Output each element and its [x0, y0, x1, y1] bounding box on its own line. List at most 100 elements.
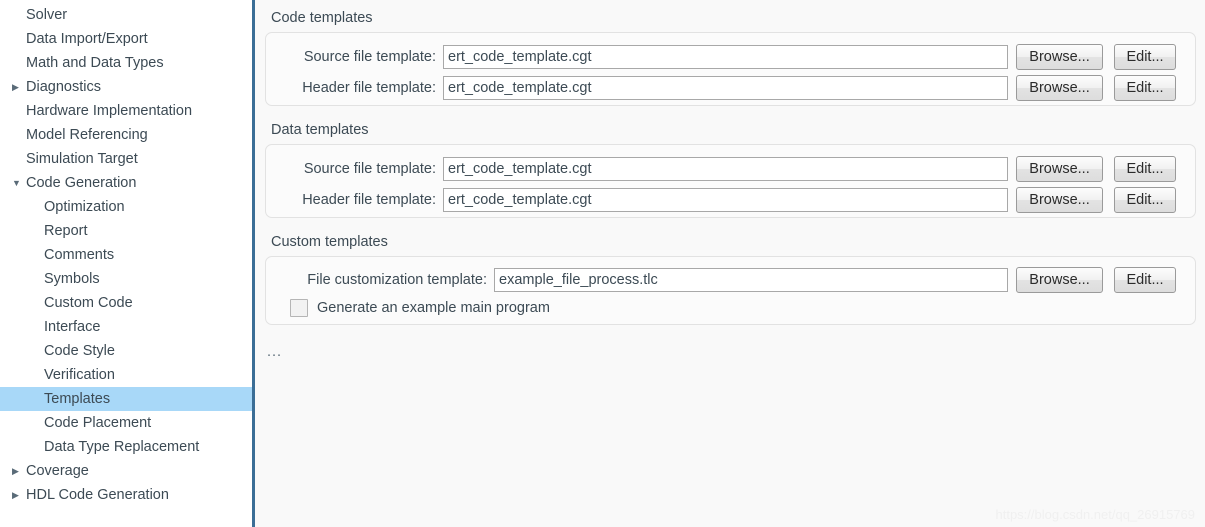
edit-button-data-header[interactable]: Edit... — [1114, 186, 1176, 213]
sidebar-item-label: Symbols — [44, 271, 100, 287]
sidebar-item-code-style[interactable]: Code Style — [0, 339, 252, 363]
label-code-source-template: Source file template: — [303, 48, 436, 65]
group-code-templates: Code templates Source file template: Bro… — [265, 10, 1199, 106]
input-code-header-template[interactable] — [443, 75, 1008, 100]
watermark-text: https://blog.csdn.net/qq_26915769 — [995, 507, 1196, 522]
sidebar-item-label: Data Import/Export — [26, 31, 148, 47]
chevron-right-icon[interactable]: ▶ — [12, 75, 24, 99]
group-data-templates: Data templates Source file template: Bro… — [265, 122, 1199, 218]
panel-custom-templates: File customization template: Browse... E… — [265, 256, 1196, 325]
preferences-window: Solver Data Import/Export Math and Data Ty… — [0, 0, 1205, 527]
sidebar-item-label: Templates — [44, 391, 111, 407]
browse-button-code-header[interactable]: Browse... — [1016, 74, 1103, 101]
edit-button-code-header[interactable]: Edit... — [1114, 74, 1176, 101]
sidebar-item-data-type-replacement[interactable]: Data Type Replacement — [0, 435, 252, 459]
sidebar-item-label: Data Type Replacement — [44, 439, 200, 455]
sidebar-item-label: Interface — [44, 319, 101, 335]
row-data-source-template: Source file template: Browse... Edit... — [266, 153, 1197, 184]
edit-button-file-customization[interactable]: Edit... — [1114, 266, 1176, 293]
checkbox-label-generate-main-program: Generate an example main program — [317, 300, 550, 316]
sidebar-item-label: Report — [44, 223, 88, 239]
sidebar-item-symbols[interactable]: Symbols — [0, 267, 252, 291]
row-file-customization-template: File customization template: Browse... E… — [266, 264, 1197, 295]
sidebar-item-label: Code Generation — [26, 175, 137, 191]
group-title-data-templates: Data templates — [271, 122, 369, 138]
browse-button-code-source[interactable]: Browse... — [1016, 43, 1103, 70]
browse-button-file-customization[interactable]: Browse... — [1016, 266, 1103, 293]
group-title-code-templates: Code templates — [271, 10, 373, 26]
settings-tree-sidebar[interactable]: Solver Data Import/Export Math and Data Ty… — [0, 0, 255, 527]
sidebar-item-solver[interactable]: Solver — [0, 3, 252, 27]
sidebar-item-label: Code Placement — [44, 415, 152, 431]
label-data-source-template: Source file template: — [303, 160, 436, 177]
sidebar-item-simulation-target[interactable]: Simulation Target — [0, 147, 252, 171]
sidebar-item-comments[interactable]: Comments — [0, 243, 252, 267]
sidebar-item-math-and-data-types[interactable]: Math and Data Types — [0, 51, 252, 75]
chevron-down-icon[interactable]: ▼ — [12, 171, 24, 195]
chevron-right-icon[interactable]: ▶ — [12, 459, 24, 483]
sidebar-item-data-import-export[interactable]: Data Import/Export — [0, 27, 252, 51]
edit-button-code-source[interactable]: Edit... — [1114, 43, 1176, 70]
sidebar-item-label: Code Style — [44, 343, 115, 359]
sidebar-item-model-referencing[interactable]: Model Referencing — [0, 123, 252, 147]
sidebar-item-custom-code[interactable]: Custom Code — [0, 291, 252, 315]
sidebar-item-diagnostics[interactable]: ▶ Diagnostics — [0, 75, 252, 99]
browse-button-data-header[interactable]: Browse... — [1016, 186, 1103, 213]
sidebar-item-label: Optimization — [44, 199, 125, 215]
row-code-source-template: Source file template: Browse... Edit... — [266, 41, 1197, 72]
input-file-customization-template[interactable] — [494, 267, 1008, 292]
label-code-header-template: Header file template: — [302, 79, 436, 96]
sidebar-item-label: Simulation Target — [26, 151, 138, 167]
sidebar-item-label: Solver — [26, 7, 68, 23]
templates-settings-pane: Code templates Source file template: Bro… — [255, 0, 1205, 527]
panel-data-templates: Source file template: Browse... Edit... … — [265, 144, 1196, 218]
sidebar-item-label: HDL Code Generation — [26, 487, 169, 503]
sidebar-item-label: Model Referencing — [26, 127, 148, 143]
label-file-customization-template: File customization template: — [307, 271, 487, 288]
input-data-header-template[interactable] — [443, 187, 1008, 212]
sidebar-item-verification[interactable]: Verification — [0, 363, 252, 387]
sidebar-item-hdl-code-generation[interactable]: ▶ HDL Code Generation — [0, 483, 252, 507]
truncation-ellipsis: ... — [267, 344, 283, 360]
input-code-source-template[interactable] — [443, 44, 1008, 69]
sidebar-item-hardware-implementation[interactable]: Hardware Implementation — [0, 99, 252, 123]
input-data-source-template[interactable] — [443, 156, 1008, 181]
sidebar-item-label: Verification — [44, 367, 115, 383]
group-title-custom-templates: Custom templates — [271, 234, 388, 250]
checkbox-row-generate-main-program[interactable]: Generate an example main program — [290, 299, 550, 317]
browse-button-data-source[interactable]: Browse... — [1016, 155, 1103, 182]
sidebar-item-label: Diagnostics — [26, 79, 101, 95]
sidebar-item-interface[interactable]: Interface — [0, 315, 252, 339]
sidebar-item-optimization[interactable]: Optimization — [0, 195, 252, 219]
sidebar-item-report[interactable]: Report — [0, 219, 252, 243]
group-custom-templates: Custom templates File customization temp… — [265, 234, 1199, 325]
sidebar-item-label: Custom Code — [44, 295, 133, 311]
edit-button-data-source[interactable]: Edit... — [1114, 155, 1176, 182]
label-data-header-template: Header file template: — [302, 191, 436, 208]
chevron-right-icon[interactable]: ▶ — [12, 483, 24, 507]
row-code-header-template: Header file template: Browse... Edit... — [266, 72, 1197, 103]
sidebar-item-label: Math and Data Types — [26, 55, 164, 71]
sidebar-item-code-placement[interactable]: Code Placement — [0, 411, 252, 435]
sidebar-item-label: Hardware Implementation — [26, 103, 193, 119]
sidebar-item-label: Comments — [44, 247, 115, 263]
sidebar-item-templates[interactable]: Templates — [0, 387, 252, 411]
sidebar-item-coverage[interactable]: ▶ Coverage — [0, 459, 252, 483]
checkbox-generate-main-program[interactable] — [290, 299, 308, 317]
sidebar-item-code-generation[interactable]: ▼ Code Generation — [0, 171, 252, 195]
